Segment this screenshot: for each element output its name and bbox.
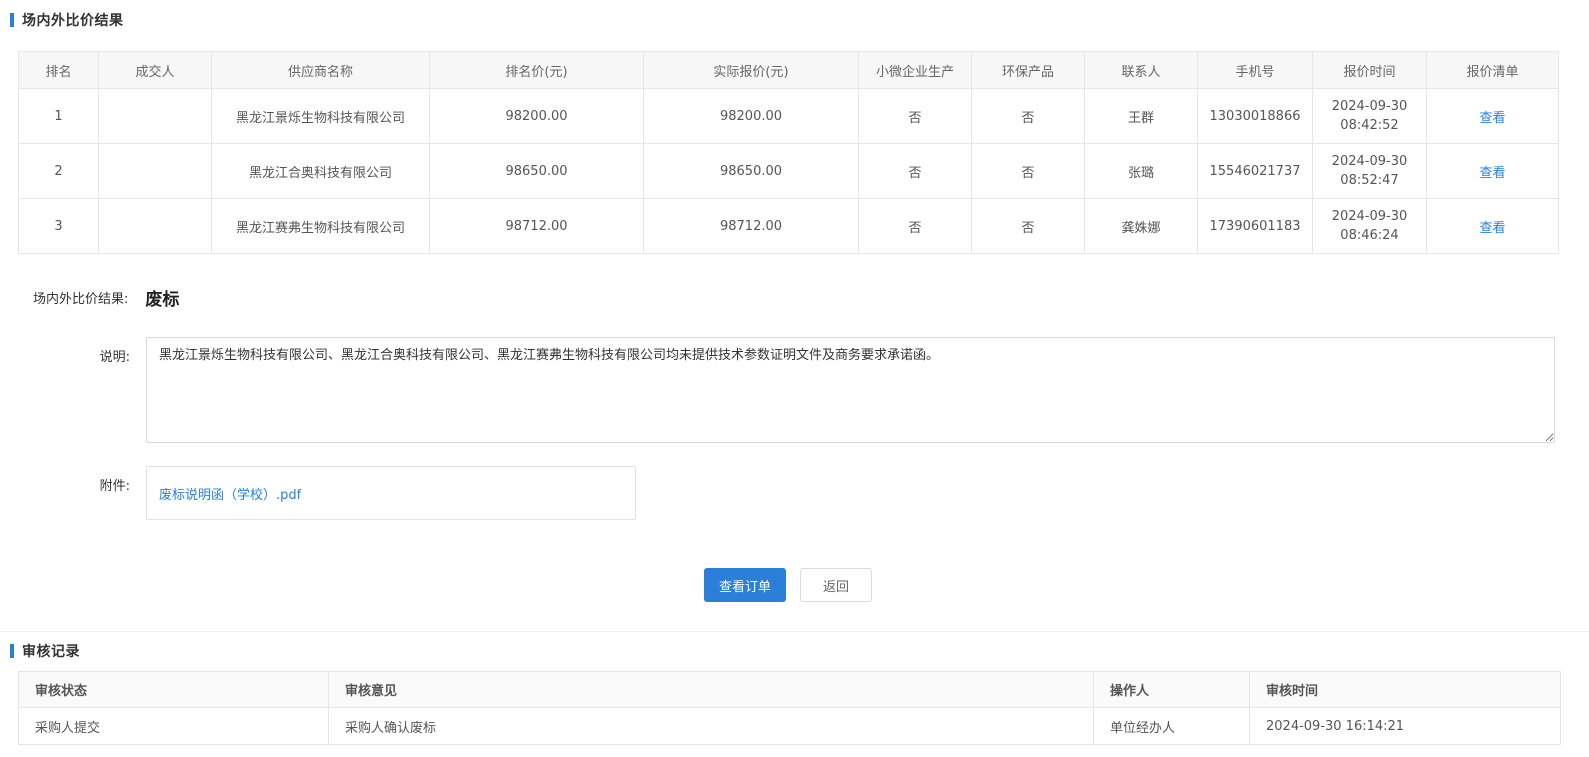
table-row: 1 黑龙江景烁生物科技有限公司 98200.00 98200.00 否 否 王群… bbox=[19, 89, 1559, 144]
view-order-button[interactable]: 查看订单 bbox=[704, 568, 786, 602]
col-header-contact: 联系人 bbox=[1085, 52, 1198, 89]
audit-row: 采购人提交 采购人确认废标 单位经办人 2024-09-30 16:14:21 bbox=[19, 708, 1561, 745]
cell-quote-time: 2024-09-30 08:46:24 bbox=[1313, 199, 1427, 254]
cell-winner bbox=[99, 199, 212, 254]
comparison-result-line: 场内外比价结果: 废标 bbox=[18, 285, 1589, 310]
attachment-row: 附件: 废标说明函（学校）.pdf bbox=[18, 466, 1589, 520]
result-value: 废标 bbox=[145, 285, 179, 310]
col-header-supplier: 供应商名称 bbox=[212, 52, 430, 89]
view-quote-list-link[interactable]: 查看 bbox=[1479, 221, 1505, 236]
quote-time-clock: 08:52:47 bbox=[1317, 171, 1422, 190]
audit-section-title: 审核记录 bbox=[10, 641, 1589, 661]
col-header-quote-list: 报价清单 bbox=[1427, 52, 1559, 89]
attachment-file-link[interactable]: 废标说明函（学校）.pdf bbox=[159, 484, 301, 503]
col-header-rank-price: 排名价(元) bbox=[430, 52, 644, 89]
quote-result-section-title: 场内外比价结果 bbox=[10, 10, 1589, 30]
quote-time-date: 2024-09-30 bbox=[1317, 97, 1422, 116]
back-button[interactable]: 返回 bbox=[800, 568, 872, 602]
view-quote-list-link[interactable]: 查看 bbox=[1479, 111, 1505, 126]
section-accent-bar bbox=[10, 13, 14, 27]
section-accent-bar bbox=[10, 644, 14, 658]
cell-contact: 王群 bbox=[1085, 89, 1198, 144]
cell-audit-status: 采购人提交 bbox=[19, 708, 329, 745]
col-header-audit-opinion: 审核意见 bbox=[329, 672, 1094, 708]
description-textarea[interactable]: 黑龙江景烁生物科技有限公司、黑龙江合奥科技有限公司、黑龙江赛弗生物科技有限公司均… bbox=[146, 337, 1555, 443]
cell-eco-product: 否 bbox=[972, 89, 1085, 144]
view-quote-list-link[interactable]: 查看 bbox=[1479, 166, 1505, 181]
cell-rank: 1 bbox=[19, 89, 99, 144]
col-header-actual-price: 实际报价(元) bbox=[644, 52, 859, 89]
cell-actual-price: 98200.00 bbox=[644, 89, 859, 144]
cell-small-micro: 否 bbox=[859, 89, 972, 144]
cell-rank-price: 98200.00 bbox=[430, 89, 644, 144]
quote-time-date: 2024-09-30 bbox=[1317, 207, 1422, 226]
cell-phone: 17390601183 bbox=[1198, 199, 1313, 254]
cell-supplier: 黑龙江景烁生物科技有限公司 bbox=[212, 89, 430, 144]
col-header-operator: 操作人 bbox=[1094, 672, 1250, 708]
col-header-eco-product: 环保产品 bbox=[972, 52, 1085, 89]
cell-actual-price: 98650.00 bbox=[644, 144, 859, 199]
cell-quote-time: 2024-09-30 08:42:52 bbox=[1313, 89, 1427, 144]
cell-supplier: 黑龙江赛弗生物科技有限公司 bbox=[212, 199, 430, 254]
cell-phone: 13030018866 bbox=[1198, 89, 1313, 144]
cell-operator: 单位经办人 bbox=[1094, 708, 1250, 745]
attachment-label: 附件: bbox=[18, 466, 130, 520]
quote-time-clock: 08:42:52 bbox=[1317, 116, 1422, 135]
cell-rank-price: 98650.00 bbox=[430, 144, 644, 199]
col-header-small-micro: 小微企业生产 bbox=[859, 52, 972, 89]
section-title-text: 场内外比价结果 bbox=[22, 10, 124, 30]
cell-actual-price: 98712.00 bbox=[644, 199, 859, 254]
quote-comparison-table: 排名 成交人 供应商名称 排名价(元) 实际报价(元) 小微企业生产 环保产品 … bbox=[18, 51, 1559, 254]
section-divider bbox=[0, 631, 1589, 632]
cell-phone: 15546021737 bbox=[1198, 144, 1313, 199]
cell-contact: 张璐 bbox=[1085, 144, 1198, 199]
cell-audit-time: 2024-09-30 16:14:21 bbox=[1250, 708, 1561, 745]
cell-winner bbox=[99, 144, 212, 199]
cell-winner bbox=[99, 89, 212, 144]
cell-rank: 2 bbox=[19, 144, 99, 199]
result-label: 场内外比价结果: bbox=[33, 288, 128, 307]
table-header-row: 排名 成交人 供应商名称 排名价(元) 实际报价(元) 小微企业生产 环保产品 … bbox=[19, 52, 1559, 89]
attachment-box: 废标说明函（学校）.pdf bbox=[146, 466, 636, 520]
page: 场内外比价结果 排名 成交人 供应商名称 排名价(元) 实际报价(元) 小微企业… bbox=[0, 0, 1589, 745]
col-header-rank: 排名 bbox=[19, 52, 99, 89]
cell-quote-list: 查看 bbox=[1427, 89, 1559, 144]
audit-record-table: 审核状态 审核意见 操作人 审核时间 采购人提交 采购人确认废标 单位经办人 2… bbox=[18, 671, 1561, 745]
description-row: 说明: 黑龙江景烁生物科技有限公司、黑龙江合奥科技有限公司、黑龙江赛弗生物科技有… bbox=[18, 337, 1589, 447]
action-buttons: 查看订单 返回 bbox=[18, 568, 1558, 602]
cell-small-micro: 否 bbox=[859, 144, 972, 199]
cell-rank-price: 98712.00 bbox=[430, 199, 644, 254]
audit-header-row: 审核状态 审核意见 操作人 审核时间 bbox=[19, 672, 1561, 708]
col-header-audit-time: 审核时间 bbox=[1250, 672, 1561, 708]
cell-small-micro: 否 bbox=[859, 199, 972, 254]
cell-quote-time: 2024-09-30 08:52:47 bbox=[1313, 144, 1427, 199]
col-header-phone: 手机号 bbox=[1198, 52, 1313, 89]
col-header-winner: 成交人 bbox=[99, 52, 212, 89]
cell-eco-product: 否 bbox=[972, 144, 1085, 199]
table-row: 2 黑龙江合奥科技有限公司 98650.00 98650.00 否 否 张璐 1… bbox=[19, 144, 1559, 199]
cell-supplier: 黑龙江合奥科技有限公司 bbox=[212, 144, 430, 199]
quote-time-date: 2024-09-30 bbox=[1317, 152, 1422, 171]
table-row: 3 黑龙江赛弗生物科技有限公司 98712.00 98712.00 否 否 龚姝… bbox=[19, 199, 1559, 254]
description-label: 说明: bbox=[18, 337, 130, 447]
section-title-text: 审核记录 bbox=[22, 641, 80, 661]
cell-eco-product: 否 bbox=[972, 199, 1085, 254]
col-header-quote-time: 报价时间 bbox=[1313, 52, 1427, 89]
cell-audit-opinion: 采购人确认废标 bbox=[329, 708, 1094, 745]
cell-quote-list: 查看 bbox=[1427, 144, 1559, 199]
cell-rank: 3 bbox=[19, 199, 99, 254]
quote-time-clock: 08:46:24 bbox=[1317, 226, 1422, 245]
cell-contact: 龚姝娜 bbox=[1085, 199, 1198, 254]
col-header-audit-status: 审核状态 bbox=[19, 672, 329, 708]
cell-quote-list: 查看 bbox=[1427, 199, 1559, 254]
